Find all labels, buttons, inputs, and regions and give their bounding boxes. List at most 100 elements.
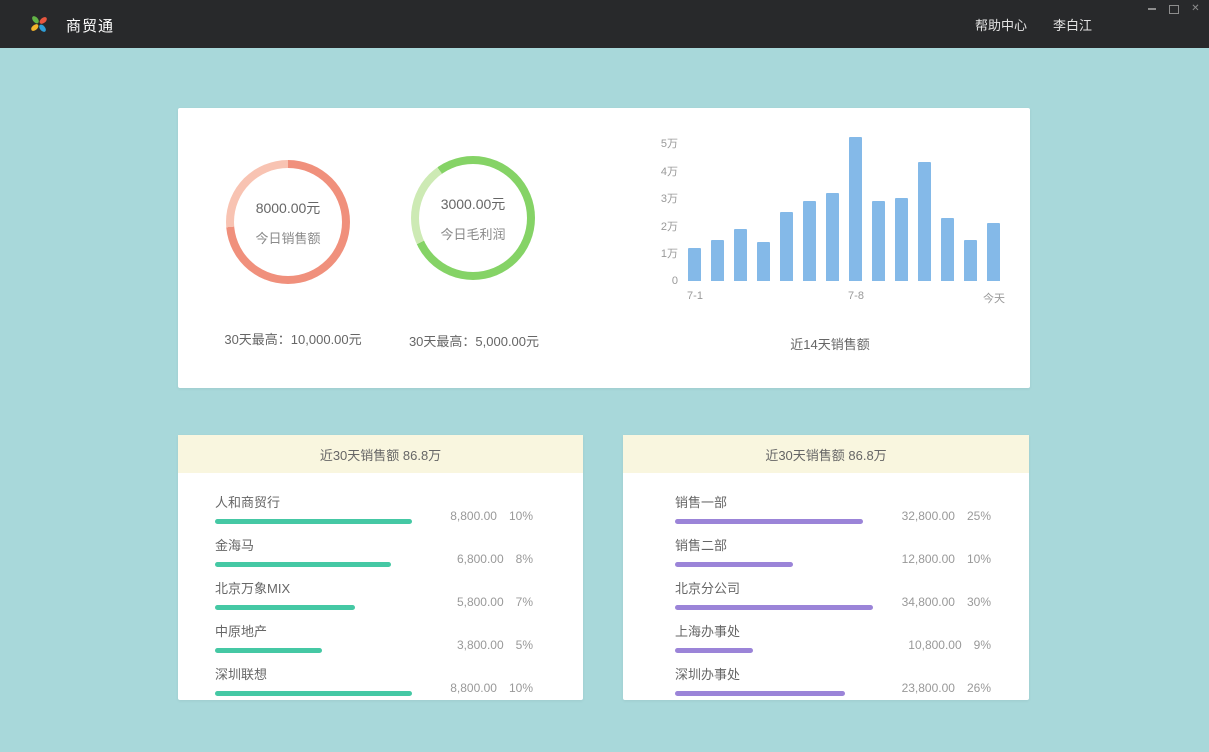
rank-item-percent: 30% <box>967 595 991 609</box>
customer-rank-title: 近30天销售额 86.8万 <box>178 435 583 473</box>
rank-item-left: 上海办事处 <box>675 621 753 653</box>
list-item: 北京万象MIX 5,800.00 7% <box>215 578 533 610</box>
profit-30d-max: 30天最高：5,000.00元 <box>374 331 574 350</box>
chart-bar <box>780 212 793 281</box>
rank-item-percent: 9% <box>974 638 991 652</box>
rank-item-value: 8,800.00 <box>450 509 497 523</box>
list-item: 北京分公司 34,800.00 30% <box>675 578 991 610</box>
rank-item-value: 32,800.00 <box>902 509 955 523</box>
rank-item-bar <box>675 648 753 653</box>
close-button[interactable]: ✕ <box>1189 3 1202 15</box>
department_rank-rows: 销售一部32,800.0025%销售二部12,800.0010%北京分公司34,… <box>623 473 1029 696</box>
chart-bar <box>826 193 839 281</box>
customer-rank-card: 近30天销售额 86.8万 人和商贸行 8,800.0010% 金海马 6,800.0… <box>178 435 583 700</box>
chart-bar <box>803 201 816 281</box>
rank-item-left: 北京分公司 <box>675 578 873 610</box>
y-axis-tick: 4万 <box>650 163 678 179</box>
chart-bar <box>849 137 862 281</box>
list-item: 人和商贸行 8,800.0010% <box>215 492 533 524</box>
rank-item-bar <box>215 691 412 696</box>
rank-item-label: 深圳联想 <box>215 664 412 683</box>
list-item: 深圳办事处 23,800.00 26% <box>675 664 991 696</box>
y-axis-tick: 0 <box>650 275 678 287</box>
rank-item-left: 销售二部 <box>675 535 793 567</box>
today-sales-donut-center: 8000.00元 今日销售额 <box>226 160 350 284</box>
app-title: 商贸通 <box>66 15 114 36</box>
chart-bar <box>987 223 1000 281</box>
window-controls: ✕ <box>1145 3 1202 15</box>
chart-x-axis: 7-17-8今天 <box>688 290 1000 304</box>
today-profit-donut-center: 3000.00元 今日毛利润 <box>411 156 535 280</box>
overview-card: 8000.00元 今日销售额 30天最高：10,000.00元 3000.00元… <box>178 108 1030 388</box>
list-item: 上海办事处 10,800.009% <box>675 621 991 653</box>
rank-item-bar <box>215 519 412 524</box>
rank-item-bar <box>215 605 355 610</box>
rank-item-value: 8,800.00 <box>450 681 497 695</box>
rank-item-bar <box>675 605 873 610</box>
titlebar: 商贸通 帮助中心 李白江 ✕ <box>0 0 1209 48</box>
rank-item-bar <box>215 562 391 567</box>
rank-item-label: 深圳办事处 <box>675 664 845 683</box>
rank-item-figures: 32,800.00 25% <box>902 509 991 524</box>
rank-item-bar <box>675 562 793 567</box>
rank-item-bar <box>675 691 845 696</box>
today-sales-label: 今日销售额 <box>255 228 320 247</box>
rank-item-value: 12,800.00 <box>902 552 955 566</box>
chart-bars <box>688 143 1000 281</box>
chart-bar <box>964 240 977 281</box>
chart-bar <box>918 162 931 281</box>
today-profit-value: 3000.00元 <box>441 194 506 214</box>
y-axis-tick: 1万 <box>650 245 678 261</box>
x-axis-tick: 7-8 <box>848 290 864 302</box>
rank-item-percent: 10% <box>967 552 991 566</box>
rank-item-left: 中原地产 <box>215 621 322 653</box>
rank-item-percent: 25% <box>967 509 991 523</box>
rank-item-label: 中原地产 <box>215 621 322 640</box>
chart-bar <box>688 248 701 281</box>
maximize-button[interactable] <box>1167 3 1180 15</box>
rank-item-label: 金海马 <box>215 535 391 554</box>
y-axis-tick: 2万 <box>650 218 678 234</box>
rank-item-figures: 12,800.00 10% <box>902 552 991 567</box>
minimize-button[interactable] <box>1145 3 1158 15</box>
department-rank-card: 近30天销售额 86.8万 销售一部32,800.0025%销售二部12,800… <box>623 435 1029 700</box>
rank-item-label: 销售二部 <box>675 535 793 554</box>
rank-item-percent: 26% <box>967 681 991 695</box>
help-center-link[interactable]: 帮助中心 <box>975 15 1027 34</box>
rank-item-percent: 7% <box>516 595 533 609</box>
rank-item-figures: 8,800.0010% <box>450 681 533 696</box>
rank-item-figures: 3,800.005% <box>457 638 533 653</box>
username-link[interactable]: 李白江 <box>1053 15 1092 34</box>
chart-bar <box>941 218 954 281</box>
rank-item-value: 34,800.00 <box>902 595 955 609</box>
app-window: 商贸通 帮助中心 李白江 ✕ 8000.00元 今日销售额 30天最高：10,0… <box>0 0 1209 752</box>
rank-item-label: 北京分公司 <box>675 578 873 597</box>
chart-bar <box>734 229 747 281</box>
rank-item-label: 人和商贸行 <box>215 492 412 511</box>
chart-bar <box>711 240 724 281</box>
sales-30d-max: 30天最高：10,000.00元 <box>193 329 393 348</box>
rank-item-value: 23,800.00 <box>902 681 955 695</box>
list-item: 中原地产 3,800.005% <box>215 621 533 653</box>
rank-item-value: 6,800.00 <box>457 552 504 566</box>
today-sales-value: 8000.00元 <box>256 198 321 218</box>
chart-bar <box>895 198 908 281</box>
list-item: 金海马6,800.008% <box>215 535 533 567</box>
rank-item-figures: 5,800.00 7% <box>457 595 533 610</box>
rank-item-value: 5,800.00 <box>457 595 504 609</box>
rank-item-label: 上海办事处 <box>675 621 753 640</box>
rank-item-left: 北京万象MIX <box>215 578 355 610</box>
rank-item-percent: 5% <box>516 638 533 652</box>
customer_rank-rows: 人和商贸行8,800.0010%金海马6,800.008%北京万象MIX5,80… <box>178 473 583 696</box>
y-axis-tick: 3万 <box>650 190 678 206</box>
rank-item-figures: 8,800.0010% <box>450 509 533 524</box>
app-logo-icon <box>28 13 50 35</box>
chart-bar <box>757 242 770 281</box>
rank-item-figures: 34,800.00 30% <box>902 595 991 610</box>
rank-item-left: 深圳办事处 <box>675 664 845 696</box>
chart-bar <box>872 201 885 281</box>
rank-item-bar <box>215 648 322 653</box>
list-item: 销售一部32,800.0025% <box>675 492 991 524</box>
rank-item-left: 金海马 <box>215 535 391 567</box>
rank-item-figures: 10,800.009% <box>908 638 991 653</box>
